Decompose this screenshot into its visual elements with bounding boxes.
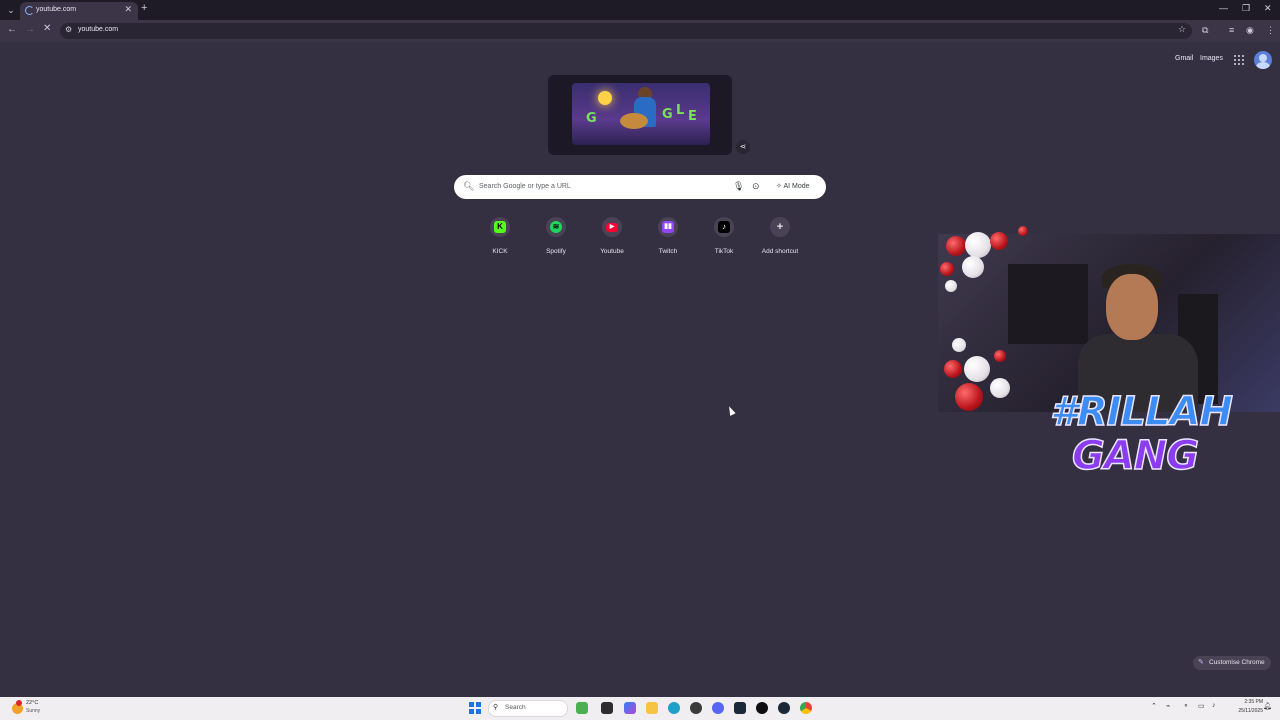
start-button[interactable] (469, 702, 481, 714)
close-tab-icon[interactable]: ✕ (124, 4, 132, 15)
address-bar[interactable]: ⚙ youtube.com ☆ (60, 23, 1192, 39)
windows-taskbar: 22°C Sunny ⚲ Search ⌃ ⌁ ⚬ ▭ ♪ 2:35 PM 25… (0, 697, 1280, 720)
close-window-icon[interactable]: ✕ (1264, 3, 1272, 14)
plus-icon: + (776, 221, 784, 233)
search-icon: ⚲ (493, 704, 499, 711)
weather-condition: Sunny (26, 708, 41, 714)
microphone-icon[interactable]: ⚬ (1183, 702, 1189, 710)
search-icon: 🔍︎ (463, 181, 475, 191)
taskbar-app-steam-client-icon[interactable] (778, 702, 790, 714)
tab-youtube[interactable]: youtube.com ✕ (20, 2, 138, 20)
shortcut-youtube[interactable]: ▶ Youtube (584, 217, 640, 261)
twitch-icon: ▮▮ (662, 221, 674, 233)
back-icon[interactable]: ← (7, 24, 17, 35)
account-avatar[interactable] (1254, 51, 1272, 69)
shortcut-label: Twitch (658, 248, 678, 255)
spotify-icon: ≋ (550, 221, 562, 233)
weather-temperature: 22°C (26, 700, 39, 706)
gmail-link[interactable]: Gmail (1175, 55, 1193, 62)
taskbar-app-media-icon[interactable] (756, 702, 768, 714)
notification-badge (16, 700, 22, 706)
display-icon[interactable]: ▭ (1198, 702, 1205, 710)
add-shortcut-button[interactable]: + Add shortcut (752, 217, 808, 261)
taskbar-app-file-explorer-icon[interactable] (646, 702, 658, 714)
shortcut-label: TikTok (714, 248, 734, 255)
ai-mode-button[interactable]: ✧ AI Mode (772, 180, 814, 194)
share-doodle-icon[interactable]: ⋖ (736, 140, 750, 154)
overlay-line-1: #RILLAH (1049, 389, 1233, 435)
images-link[interactable]: Images (1200, 55, 1223, 62)
ai-mode-label: AI Mode (783, 183, 810, 190)
show-hidden-icons[interactable]: ⌃ (1151, 702, 1157, 710)
address-text: youtube.com (78, 26, 119, 33)
media-controls-icon[interactable]: ≡ (1229, 25, 1234, 35)
profile-icon[interactable]: ◉ (1246, 25, 1254, 36)
shortcut-twitch[interactable]: ▮▮ Twitch (640, 217, 696, 261)
shortcut-label: Youtube (600, 248, 624, 255)
taskbar-app-copilot-icon[interactable] (624, 702, 636, 714)
restore-icon[interactable]: ❐ (1242, 3, 1250, 14)
shortcut-label: KICK (492, 248, 508, 255)
network-icon[interactable]: ⌁ (1166, 702, 1170, 710)
shortcut-label: Spotify (546, 248, 566, 255)
shortcut-label: Add shortcut (761, 248, 799, 255)
google-apps-icon[interactable] (1234, 55, 1244, 65)
google-lens-icon[interactable]: ⊙ (752, 181, 760, 192)
loading-spinner-icon (25, 6, 34, 15)
extensions-icon[interactable]: ⧉ (1202, 25, 1208, 36)
tab-title: youtube.com (36, 6, 77, 13)
kick-icon: K (494, 221, 506, 233)
search-placeholder: Search Google or type a URL (479, 183, 571, 190)
pencil-icon: ✎ (1198, 659, 1204, 666)
shortcut-tiktok[interactable]: ♪ TikTok (696, 217, 752, 261)
shortcut-spotify[interactable]: ≋ Spotify (528, 217, 584, 261)
browser-toolbar: ← → ✕ ⚙ youtube.com ☆ ⧉ ≡ ◉ ⋮ (0, 20, 1280, 42)
new-tab-button[interactable]: + (141, 2, 147, 14)
taskbar-app-christmas-icon[interactable] (576, 702, 588, 714)
site-info-icon[interactable]: ⚙ (65, 25, 72, 34)
taskbar-search-label: Search (505, 704, 526, 711)
bookmark-star-icon[interactable]: ☆ (1178, 24, 1186, 35)
taskbar-app-task-view-icon[interactable] (601, 702, 613, 714)
notifications-icon[interactable]: 🔔︎ (1263, 702, 1272, 710)
taskbar-app-discord-icon[interactable] (712, 702, 724, 714)
google-search-box[interactable]: 🔍︎ Search Google or type a URL 🎙︎ ⊙ ✧ AI… (454, 175, 826, 199)
tab-strip: ⌄ youtube.com ✕ + — ❐ ✕ (0, 0, 1280, 20)
mouse-cursor-icon (726, 405, 736, 416)
minimize-icon[interactable]: — (1219, 3, 1228, 13)
tab-search-icon[interactable]: ⌄ (4, 3, 18, 17)
taskbar-app-chrome-icon[interactable] (800, 702, 812, 714)
volume-icon[interactable]: ♪ (1212, 702, 1216, 709)
forward-icon[interactable]: → (25, 24, 35, 35)
clock-date[interactable]: 25/11/2025 (1227, 708, 1263, 714)
customise-chrome-button[interactable]: ✎ Customise Chrome (1193, 656, 1271, 670)
overlay-line-2: GANG (1071, 433, 1200, 479)
tiktok-icon: ♪ (718, 221, 730, 233)
youtube-icon: ▶ (606, 223, 618, 232)
taskbar-app-obs-icon[interactable] (690, 702, 702, 714)
stream-overlay-logo: #RILLAH GANG (1049, 389, 1233, 479)
taskbar-search[interactable]: ⚲ Search (488, 700, 568, 717)
weather-widget[interactable] (10, 700, 26, 716)
clock-time[interactable]: 2:35 PM (1235, 699, 1263, 705)
doodle-image: G G L E (572, 83, 710, 145)
voice-search-icon[interactable]: 🎙︎ (733, 181, 744, 192)
stop-loading-icon[interactable]: ✕ (43, 23, 51, 34)
taskbar-app-steam-icon[interactable] (734, 702, 746, 714)
shortcut-kick[interactable]: K KICK (472, 217, 528, 261)
google-doodle[interactable]: G G L E (548, 75, 732, 155)
customise-chrome-label: Customise Chrome (1209, 659, 1265, 666)
menu-icon[interactable]: ⋮ (1266, 25, 1275, 36)
taskbar-app-edge-icon[interactable] (668, 702, 680, 714)
